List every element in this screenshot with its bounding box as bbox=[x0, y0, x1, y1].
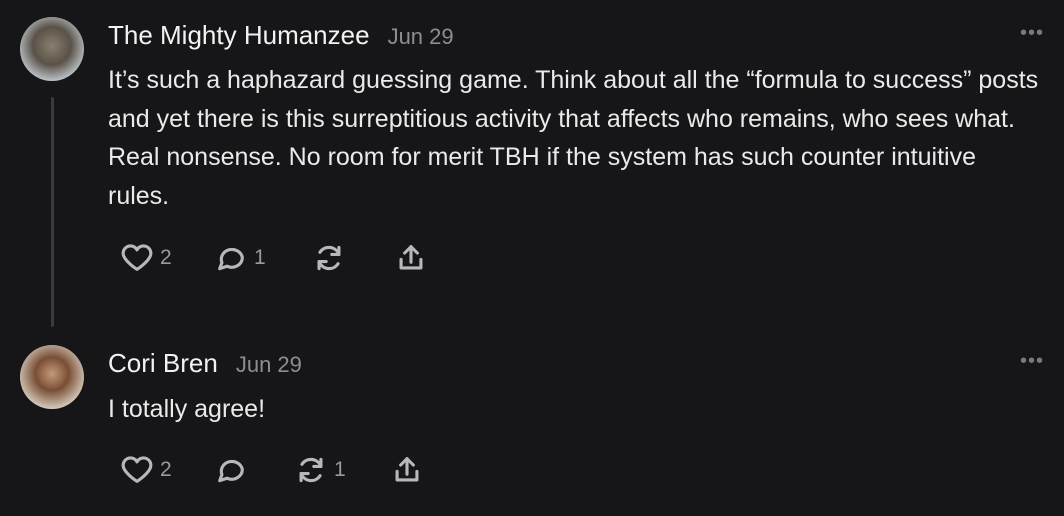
comment-icon bbox=[218, 459, 244, 483]
heart-icon bbox=[121, 456, 153, 483]
restack-icon bbox=[299, 457, 323, 483]
like-count: 2 bbox=[160, 458, 172, 481]
avatar[interactable] bbox=[20, 345, 84, 409]
more-options-icon[interactable]: ••• bbox=[1020, 22, 1044, 45]
like-button[interactable]: 2 bbox=[120, 452, 214, 488]
comment-actions: 2 1 bbox=[120, 452, 424, 488]
share-icon bbox=[395, 457, 419, 482]
restack-button[interactable]: 1 bbox=[294, 452, 390, 488]
share-icon bbox=[399, 245, 423, 270]
restack-count: 1 bbox=[334, 458, 346, 481]
avatar[interactable] bbox=[20, 17, 84, 81]
heart-icon bbox=[121, 244, 153, 271]
comment-meta: Cori Bren Jun 29 bbox=[108, 348, 302, 379]
restack-button[interactable] bbox=[312, 240, 394, 276]
like-count: 2 bbox=[160, 246, 172, 269]
comment-actions: 2 1 bbox=[120, 240, 428, 276]
share-button[interactable] bbox=[394, 240, 428, 276]
more-options-icon[interactable]: ••• bbox=[1020, 350, 1044, 373]
author-name[interactable]: The Mighty Humanzee bbox=[108, 20, 370, 51]
reply-button[interactable] bbox=[214, 452, 294, 488]
comment-text: It’s such a haphazard guessing game. Thi… bbox=[108, 66, 1039, 210]
comment-date[interactable]: Jun 29 bbox=[388, 24, 454, 50]
comment-meta: The Mighty Humanzee Jun 29 bbox=[108, 20, 454, 51]
author-name[interactable]: Cori Bren bbox=[108, 348, 218, 379]
comment-date[interactable]: Jun 29 bbox=[236, 352, 302, 378]
restack-icon bbox=[317, 245, 341, 271]
comment-icon bbox=[218, 247, 244, 271]
thread-line bbox=[51, 97, 54, 327]
comment-text: I totally agree! bbox=[108, 395, 266, 423]
share-button[interactable] bbox=[390, 452, 424, 488]
like-button[interactable]: 2 bbox=[120, 240, 214, 276]
reply-button[interactable]: 1 bbox=[214, 240, 312, 276]
reply-count: 1 bbox=[254, 246, 266, 269]
